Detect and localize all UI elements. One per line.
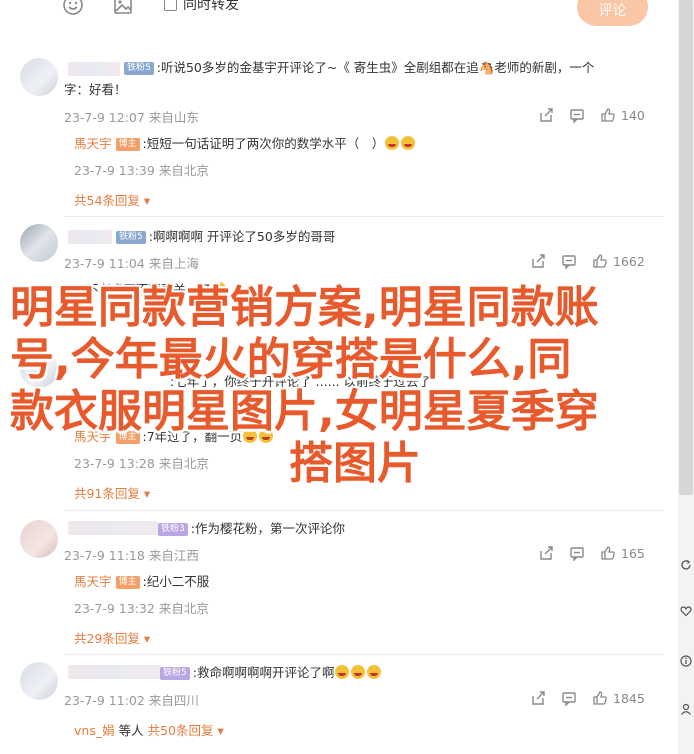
fan-badge: 铁粉3 <box>158 523 188 536</box>
share-icon[interactable] <box>530 690 546 706</box>
divider <box>64 654 664 655</box>
overlay-line-3: 款衣服明星图片,女明星夏季穿 <box>10 386 599 437</box>
more-replies-link[interactable]: vns_娟 等人 共50条回复 ▾ <box>74 720 224 739</box>
comment-meta: 23-7-9 11:04 来自上海 <box>64 256 199 271</box>
comment-actions: 140 <box>538 107 645 124</box>
fan-badge: 铁粉5 <box>160 667 190 680</box>
comment-text: 铁粉5:听说50多岁的金基宇开评论了~《 寄生虫》全剧组都在追🐴老师的新剧，一个 <box>124 58 594 78</box>
comment-actions: 1845 <box>530 690 645 707</box>
scrollbar-thumb[interactable] <box>679 0 693 495</box>
checkbox-box[interactable] <box>164 0 177 11</box>
author-badge: 博主 <box>115 138 140 151</box>
reply-text: 馬天宇 博主:短短一句话证明了两次你的数学水平（ ） <box>74 134 416 154</box>
divider <box>64 510 664 511</box>
thumb-up-icon <box>600 545 616 561</box>
comment-toolbar: 同时转发 评论 <box>0 0 694 26</box>
reply-meta: 23-7-9 13:39 来自北京 <box>74 163 209 178</box>
like-count: 140 <box>621 107 645 123</box>
reply-meta: 23-7-9 13:32 来自北京 <box>74 601 209 616</box>
comment-icon[interactable] <box>569 545 585 562</box>
avatar[interactable] <box>20 224 58 262</box>
comment-meta: 23-7-9 12:07 来自山东 <box>64 107 199 126</box>
like-count: 165 <box>621 545 645 561</box>
comment-icon[interactable] <box>561 253 577 270</box>
repost-label: 同时转发 <box>183 0 239 13</box>
reply-username[interactable]: 馬天宇 <box>74 136 112 151</box>
divider <box>64 216 664 217</box>
comment-text: 铁粉5:救命啊啊啊啊开评论了啊 <box>160 663 382 683</box>
like-button[interactable]: 1845 <box>592 690 645 706</box>
comment-icon[interactable] <box>561 690 577 707</box>
laugh-emoji-icon <box>385 136 400 150</box>
comment-text: 铁粉3:作为樱花粉，第一次评论你 <box>158 519 345 539</box>
username-blurred[interactable] <box>68 62 120 76</box>
comment-icon[interactable] <box>569 107 585 124</box>
author-badge: 博主 <box>115 576 140 589</box>
like-button[interactable]: 165 <box>600 545 645 561</box>
avatar[interactable] <box>20 662 58 700</box>
avatar[interactable] <box>20 58 58 96</box>
like-count: 1845 <box>613 690 645 706</box>
like-button[interactable]: 1662 <box>592 253 645 269</box>
overlay-line-2: 号,今年最火的穿搭是什么,同 <box>10 334 572 385</box>
comment-meta: 23-7-9 11:02 来自四川 <box>64 693 199 708</box>
more-replies-link[interactable]: 共29条回复 ▾ <box>74 628 150 647</box>
thumb-up-icon <box>592 253 608 269</box>
comment-text: 铁粉5:啊啊啊啊 开评论了50多岁的哥哥 <box>116 227 335 247</box>
comment-source: 来自山东 <box>148 110 199 125</box>
overlay-line-4: 搭图片 <box>289 438 421 489</box>
comment-text-cont: 字：好看！ <box>64 82 127 97</box>
user-icon[interactable] <box>680 700 692 715</box>
fan-badge: 铁粉5 <box>116 231 146 244</box>
thumb-up-icon <box>592 690 608 706</box>
laugh-emoji-icon <box>351 665 366 679</box>
refresh-icon[interactable] <box>680 556 692 570</box>
fan-badge: 铁粉5 <box>124 62 154 75</box>
comment-actions: 1662 <box>530 253 645 270</box>
laugh-emoji-icon <box>401 136 416 150</box>
submit-comment-button[interactable]: 评论 <box>577 0 648 26</box>
share-icon[interactable] <box>538 107 554 123</box>
comment-meta: 23-7-9 11:18 来自江西 <box>64 548 199 563</box>
username-blurred[interactable] <box>68 665 160 679</box>
heart-icon[interactable] <box>680 602 692 617</box>
overlay-headline: 明星同款营销方案,明星同款账 号,今年最火的穿搭是什么,同 款衣服明星图片,女明… <box>10 282 670 490</box>
thumb-up-icon <box>600 107 616 123</box>
repost-checkbox[interactable]: 同时转发 <box>164 0 239 14</box>
avatar[interactable] <box>20 520 58 558</box>
username-blurred[interactable] <box>68 521 158 535</box>
overlay-line-1: 明星同款营销方案,明星同款账 <box>10 282 599 333</box>
info-icon[interactable] <box>680 652 692 667</box>
like-count: 1662 <box>613 253 645 269</box>
laugh-emoji-icon <box>335 665 350 679</box>
username-blurred[interactable] <box>68 230 112 244</box>
share-icon[interactable] <box>530 253 546 269</box>
comment-date: 23-7-9 12:07 <box>64 110 145 125</box>
more-replies-link[interactable]: 共54条回复 ▾ <box>74 190 150 209</box>
reply-username[interactable]: 馬天宇 <box>74 574 112 589</box>
laugh-emoji-icon <box>367 665 382 679</box>
share-icon[interactable] <box>538 545 554 561</box>
like-button[interactable]: 140 <box>600 107 645 123</box>
comment-actions: 165 <box>538 545 645 562</box>
reply-text: 馬天宇 博主:纪小二不服 <box>74 574 210 589</box>
emoji-icon[interactable] <box>62 0 84 16</box>
image-icon[interactable] <box>112 0 134 16</box>
